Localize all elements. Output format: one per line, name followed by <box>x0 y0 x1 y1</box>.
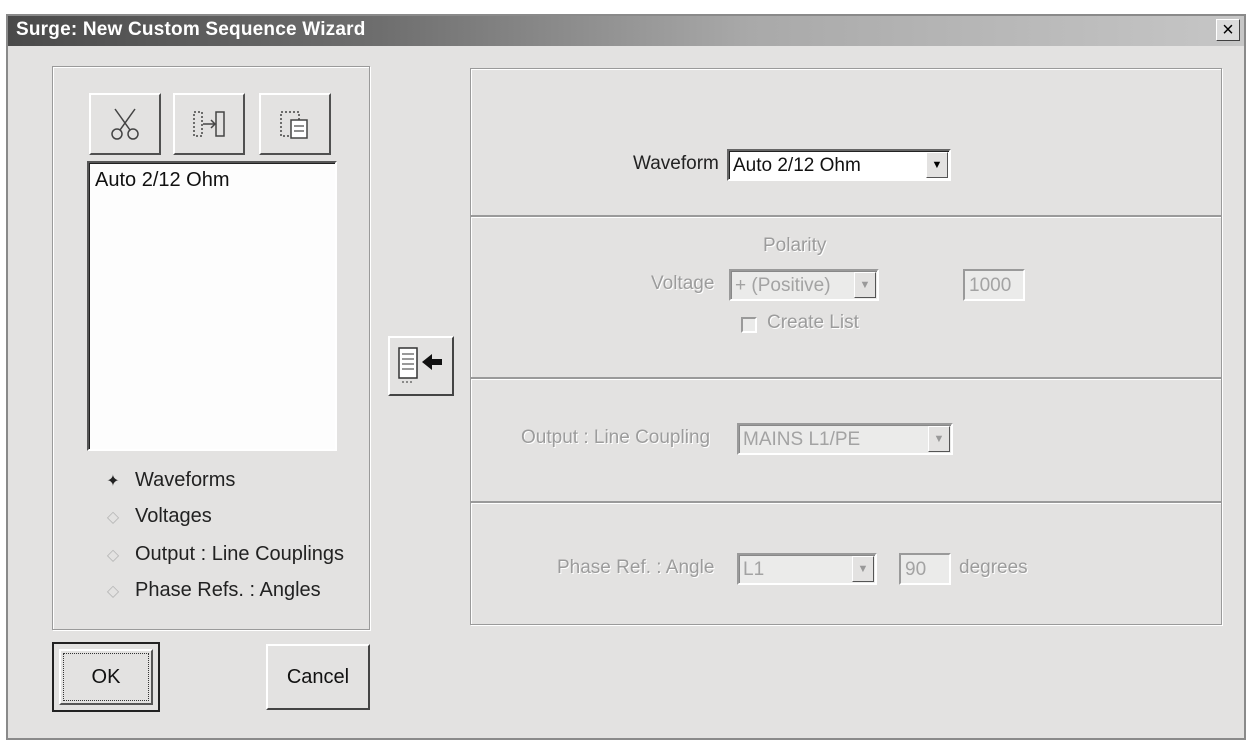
list-item[interactable]: Auto 2/12 Ohm <box>95 169 230 192</box>
chevron-down-icon[interactable]: ▼ <box>926 152 948 178</box>
waveform-value: Auto 2/12 Ohm <box>733 155 861 176</box>
polarity-heading: Polarity <box>763 235 827 256</box>
coupling-select[interactable]: MAINS L1/PE ▼ <box>737 423 953 455</box>
phase-label: Phase Ref. : Angle <box>557 557 715 578</box>
phase-section: Phase Ref. : Angle L1 ▼ 90 degrees <box>470 502 1222 625</box>
voltage-value: 1000 <box>969 275 1012 296</box>
ok-button[interactable]: OK <box>52 642 160 712</box>
title-bar[interactable]: Surge: New Custom Sequence Wizard × <box>8 16 1244 46</box>
coupling-value: MAINS L1/PE <box>743 429 861 450</box>
create-list-label: Create List <box>767 312 859 333</box>
inactive-step-icon: ◇ <box>106 582 120 600</box>
inactive-step-icon: ◇ <box>106 546 120 564</box>
parameters-panel: Waveform Auto 2/12 Ohm ▼ Polarity Voltag… <box>470 68 1222 625</box>
add-to-list-icon <box>398 347 442 383</box>
insert-button[interactable] <box>173 93 245 155</box>
window-title: Surge: New Custom Sequence Wizard <box>16 19 366 40</box>
paste-button[interactable] <box>259 93 331 155</box>
chevron-down-icon[interactable]: ▼ <box>852 556 874 582</box>
insert-between-icon <box>193 111 225 137</box>
cancel-label: Cancel <box>286 665 350 688</box>
close-icon: × <box>1222 19 1234 41</box>
chevron-down-icon[interactable]: ▼ <box>928 426 950 452</box>
angle-input[interactable]: 90 <box>899 553 951 585</box>
polarity-value: + (Positive) <box>735 275 831 296</box>
coupling-section: Output : Line Coupling MAINS L1/PE ▼ <box>470 378 1222 502</box>
phase-ref-value: L1 <box>743 559 765 580</box>
close-button[interactable]: × <box>1216 19 1240 41</box>
step-voltages: ◇ Voltages <box>103 505 212 528</box>
voltage-section: Polarity Voltage + (Positive) ▼ 1000 Cre… <box>470 216 1222 378</box>
waveform-label: Waveform <box>633 153 719 174</box>
scissors-icon <box>111 108 139 140</box>
chevron-down-icon[interactable]: ▼ <box>854 272 876 298</box>
phase-ref-select[interactable]: L1 ▼ <box>737 553 877 585</box>
step-phase-refs-angles: ◇ Phase Refs. : Angles <box>103 579 321 602</box>
degrees-label: degrees <box>959 557 1028 578</box>
create-list-checkbox[interactable] <box>741 317 757 333</box>
step-label: Output : Line Couplings <box>135 543 345 565</box>
polarity-select[interactable]: + (Positive) ▼ <box>729 269 879 301</box>
voltage-label: Voltage <box>651 273 715 294</box>
step-label: Waveforms <box>135 469 236 491</box>
inactive-step-icon: ◇ <box>106 508 120 526</box>
coupling-label: Output : Line Coupling <box>521 427 711 448</box>
step-waveforms: ✦ Waveforms <box>103 469 235 492</box>
cut-button[interactable] <box>89 93 161 155</box>
wizard-dialog: Surge: New Custom Sequence Wizard × Auto… <box>6 14 1246 740</box>
step-output-line-couplings: ◇ Output : Line Couplings <box>103 543 344 566</box>
sequence-list[interactable]: Auto 2/12 Ohm <box>87 161 337 451</box>
cancel-button[interactable]: Cancel <box>266 644 370 710</box>
voltage-input[interactable]: 1000 <box>963 269 1025 301</box>
step-label: Voltages <box>135 505 212 527</box>
step-label: Phase Refs. : Angles <box>135 579 321 601</box>
active-step-icon: ✦ <box>106 472 120 490</box>
paste-icon <box>280 111 308 139</box>
angle-value: 90 <box>905 559 927 580</box>
waveform-section: Waveform Auto 2/12 Ohm ▼ <box>470 68 1222 216</box>
add-to-list-button[interactable] <box>388 336 454 396</box>
sequence-panel: Auto 2/12 Ohm ✦ Waveforms ◇ Voltages ◇ O… <box>52 66 370 630</box>
waveform-select[interactable]: Auto 2/12 Ohm ▼ <box>727 149 951 181</box>
